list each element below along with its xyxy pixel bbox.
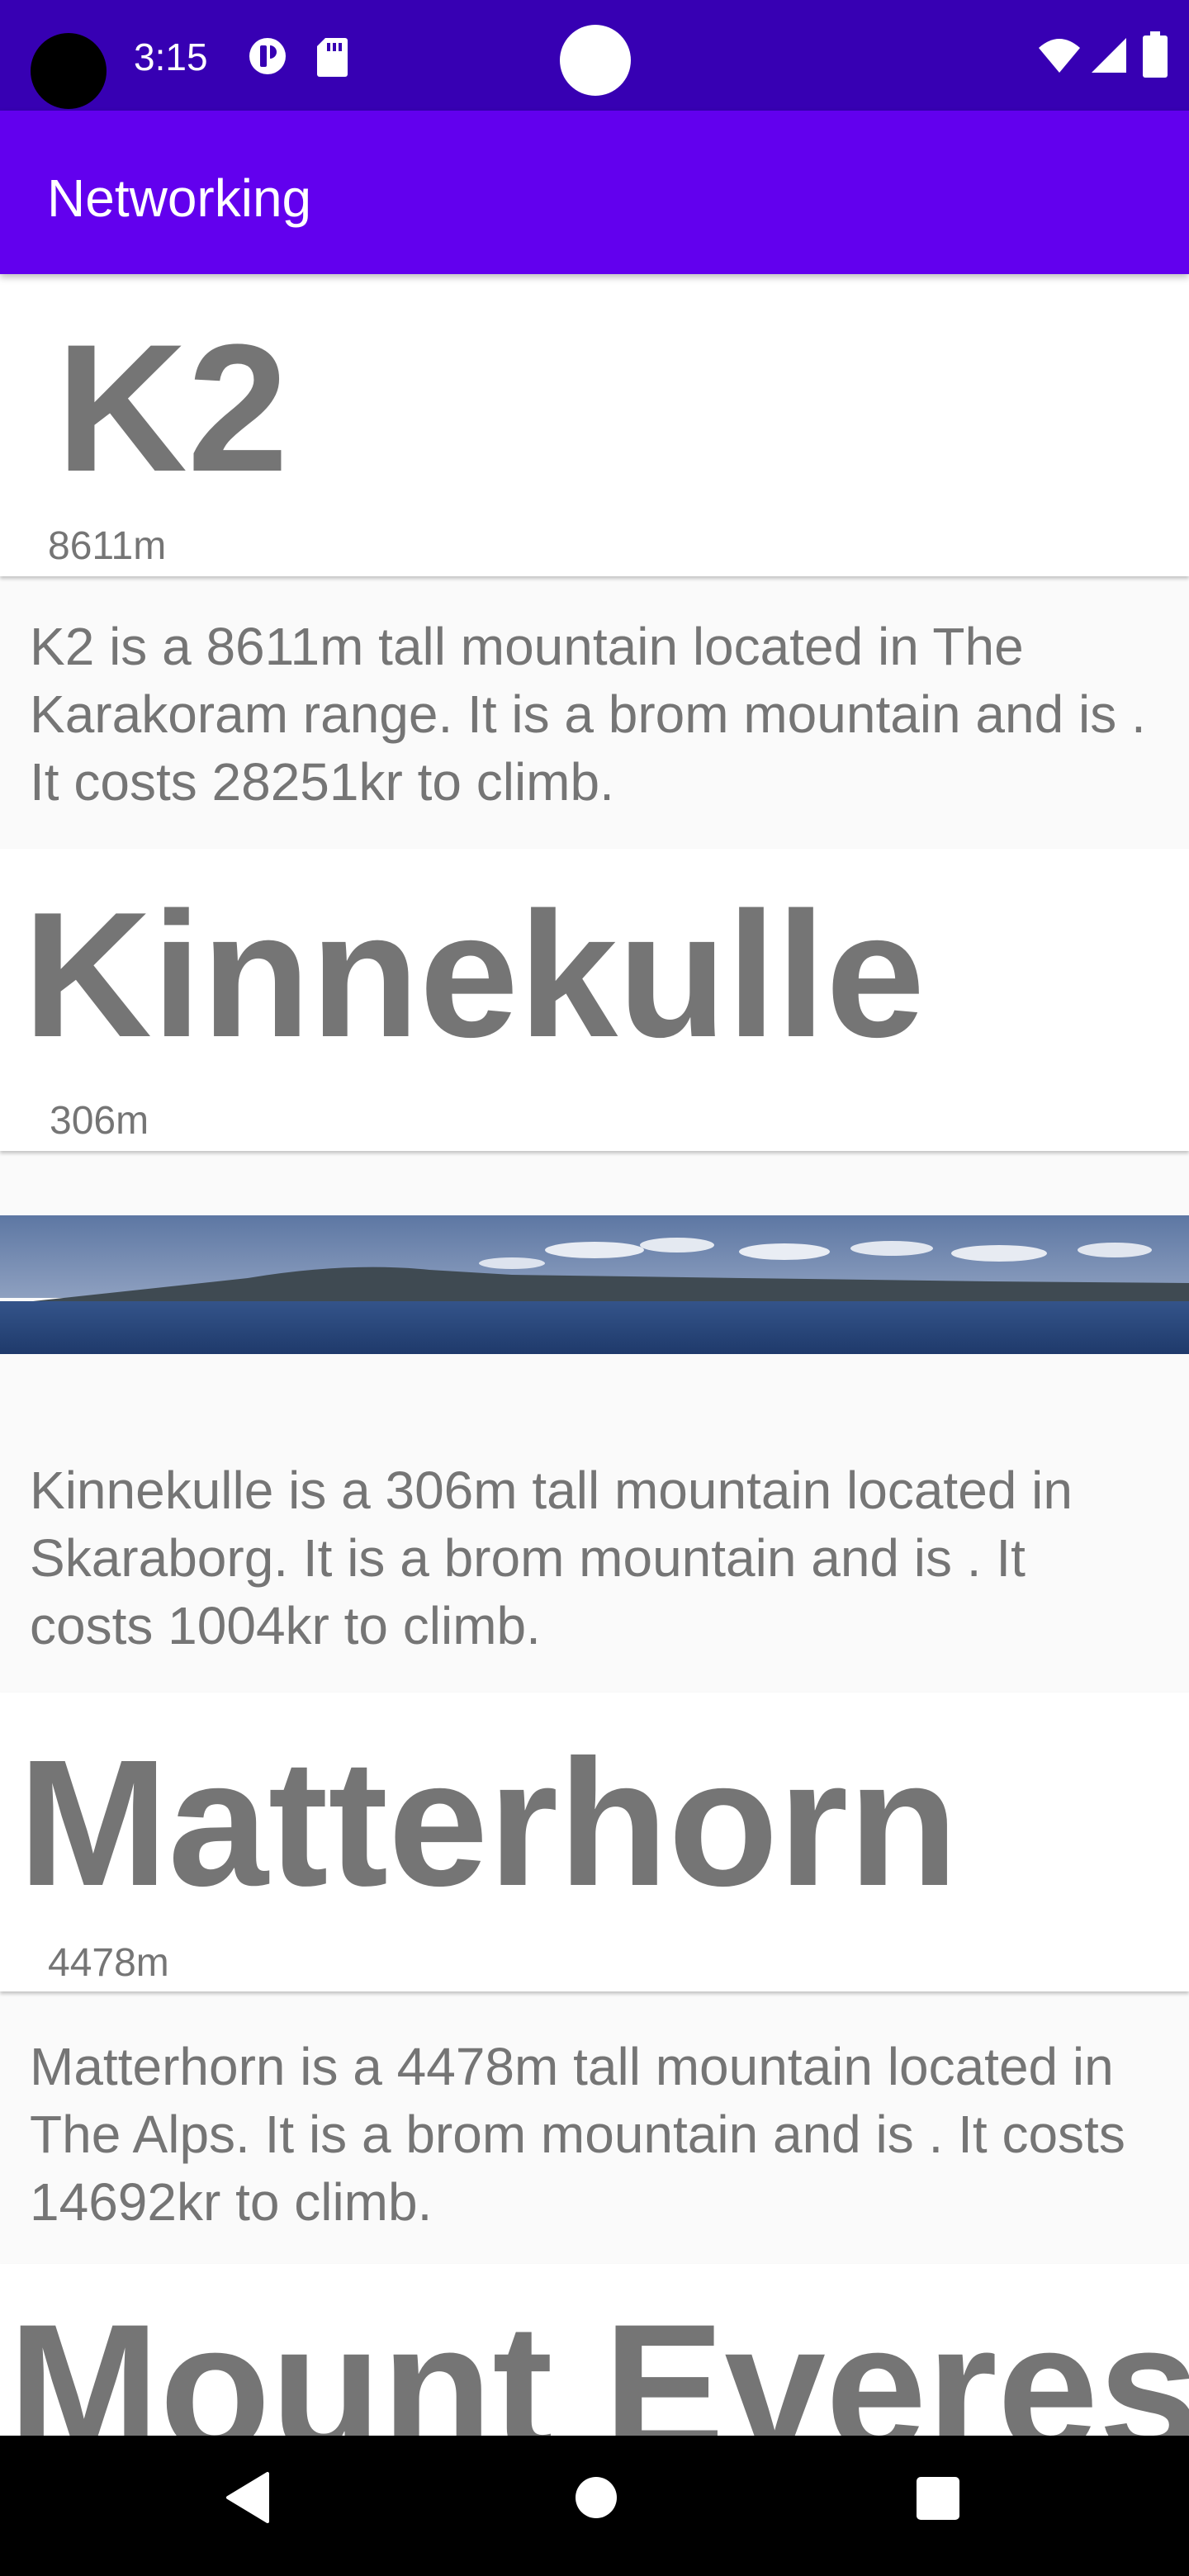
mountain-card-mount-everest[interactable]: Mount Everest	[0, 2264, 1189, 2436]
camera-cutout	[31, 33, 107, 109]
navigation-bar	[0, 2436, 1189, 2576]
mountain-name: Mount Everest	[8, 2286, 1189, 2436]
mountain-description: Kinnekulle is a 306m tall mountain locat…	[30, 1461, 1073, 1655]
mountain-height: 8611m	[48, 524, 167, 568]
status-bar: 3:15	[0, 0, 1189, 111]
mountain-height: 306m	[50, 1099, 149, 1143]
mountain-list[interactable]: K2 8611m K2 is a 8611m tall mountain loc…	[0, 274, 1189, 2436]
mountain-photo	[0, 1215, 1189, 1354]
app-title: Networking	[47, 168, 312, 228]
mountain-card-matterhorn[interactable]: Matterhorn 4478m	[0, 1693, 1189, 1991]
back-icon[interactable]	[223, 2470, 272, 2525]
mountain-name: Kinnekulle	[23, 874, 926, 1074]
mountain-name: K2	[56, 306, 289, 509]
notification-icon	[249, 38, 286, 74]
home-icon[interactable]	[576, 2477, 617, 2518]
recents-icon[interactable]	[917, 2477, 959, 2520]
wifi-icon	[1039, 39, 1080, 73]
mountain-description: Matterhorn is a 4478m tall mountain loca…	[30, 2037, 1125, 2232]
sd-card-icon	[317, 38, 348, 77]
status-time: 3:15	[134, 36, 208, 78]
mountain-height: 4478m	[48, 1941, 169, 1985]
mountain-card-k2[interactable]: K2 8611m	[0, 274, 1189, 576]
signal-icon	[1092, 38, 1126, 73]
mountain-card-kinnekulle[interactable]: Kinnekulle 306m	[0, 849, 1189, 1151]
battery-icon	[1143, 31, 1168, 78]
front-sensor	[560, 25, 631, 96]
app-bar: Networking	[0, 111, 1189, 274]
mountain-description: K2 is a 8611m tall mountain located in T…	[30, 617, 1146, 812]
mountain-name: Matterhorn	[18, 1723, 959, 1924]
